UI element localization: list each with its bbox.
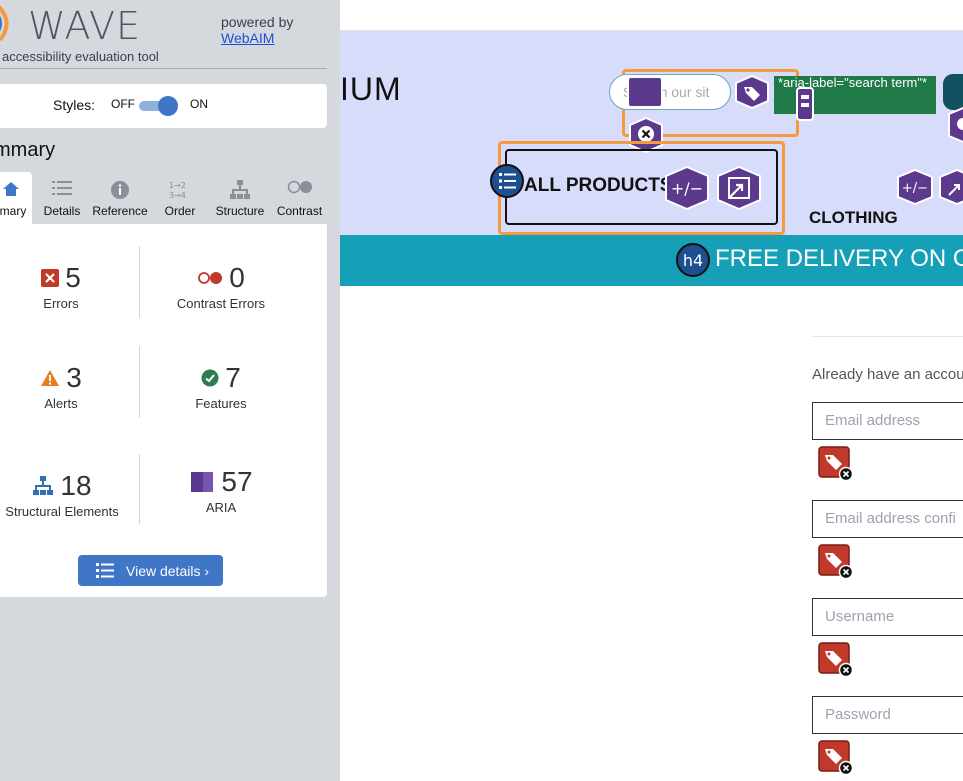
styles-on-label: ON	[190, 97, 208, 111]
tab-structure[interactable]: Structure	[208, 172, 272, 224]
missing-label-error-icon	[818, 740, 854, 776]
missing-label-error-icon	[818, 544, 854, 580]
list-icon	[52, 181, 72, 195]
stat-label: Errors	[43, 296, 79, 311]
stat-contrast-errors[interactable]: 0 Contrast Errors	[161, 262, 281, 311]
powered-by: powered by WebAIM	[221, 14, 293, 46]
stat-errors[interactable]: 5 Errors	[11, 262, 111, 311]
stat-count: 57	[221, 466, 253, 497]
contrast-error-icon	[198, 272, 223, 284]
search-submit-button[interactable]	[943, 74, 963, 110]
stat-label: Features	[195, 396, 247, 411]
tab-label: Details	[43, 204, 81, 218]
svg-text:1→2: 1→2	[169, 181, 186, 190]
list-structure-icon	[490, 164, 524, 198]
hierarchy-icon	[230, 180, 250, 199]
tab-label: Structure	[215, 204, 265, 218]
promo-band: h4 FREE DELIVERY ON OR	[340, 235, 963, 286]
list-icon	[96, 563, 114, 578]
site-brand[interactable]: IUM	[340, 71, 402, 108]
aria-expanded-icon: +/−	[897, 168, 933, 206]
summary-heading: mmary	[0, 139, 56, 161]
nav-all-products[interactable]: ALL PRODUCTS	[524, 175, 672, 197]
aria-expanded-icon: +/−	[665, 165, 709, 211]
tab-order[interactable]: 1→2 3→4 Order	[154, 172, 206, 224]
heading-h4-icon: h4	[676, 243, 710, 277]
stat-structural[interactable]: 18 Structural Elements	[0, 470, 124, 519]
stat-count: 0	[229, 262, 245, 293]
stat-aria[interactable]: 57 ARIA	[161, 466, 281, 515]
site-content: IUM Search our sit *aria-label="search t…	[340, 0, 963, 781]
powered-by-text: powered by	[221, 14, 294, 30]
styles-toggle[interactable]	[139, 96, 179, 116]
info-icon	[111, 181, 129, 199]
feature-check-icon	[201, 369, 219, 387]
alert-icon	[41, 370, 60, 386]
tab-label: Order	[164, 204, 196, 218]
order-icon: 1→23→4	[169, 181, 186, 200]
divider	[139, 454, 140, 524]
styles-label: Styles:	[53, 97, 96, 113]
webaim-link[interactable]: WebAIM	[221, 30, 293, 46]
missing-label-error-icon	[818, 642, 854, 678]
stat-alerts[interactable]: 3 Alerts	[11, 362, 111, 411]
promo-text: FREE DELIVERY ON OR	[715, 245, 963, 272]
divider	[139, 346, 140, 418]
wave-tabs: mary Details Reference 1→2 3→4 Order Stru…	[0, 172, 327, 224]
structure-icon	[33, 476, 54, 495]
tab-contrast[interactable]: Contrast	[272, 172, 327, 224]
summary-panel: 5 Errors 0 Contrast Errors 3 Alerts 7 Fe…	[0, 224, 327, 597]
wave-sidebar: WAVE accessibility evaluation tool power…	[0, 0, 340, 781]
stat-features[interactable]: 7 Features	[161, 362, 281, 411]
nav-clothing[interactable]: CLOTHING	[809, 208, 898, 228]
stat-count: 18	[60, 470, 92, 501]
wave-logo-icon	[0, 5, 9, 42]
wave-title: WAVE	[28, 4, 142, 48]
h4-badge: h4	[683, 251, 703, 270]
username-field[interactable]: Username	[812, 598, 963, 636]
contrast-icon	[287, 180, 312, 194]
styles-toggle-box: Styles: OFF ON	[0, 84, 327, 128]
missing-label-error-icon	[818, 446, 854, 482]
top-bar	[340, 0, 963, 31]
stat-count: 3	[66, 362, 82, 393]
divider	[0, 68, 327, 69]
error-icon	[41, 269, 60, 287]
aria-describedby-icon	[796, 87, 814, 121]
svg-text:3→4: 3→4	[169, 191, 186, 200]
stat-label: ARIA	[205, 500, 237, 515]
email-field[interactable]: Email address	[812, 402, 963, 440]
svg-text:+/−: +/−	[902, 181, 928, 196]
svg-text:+/−: +/−	[671, 179, 703, 198]
tab-reference[interactable]: Reference	[90, 172, 150, 224]
aria-icon	[191, 472, 214, 492]
stat-label: Alerts	[44, 396, 78, 411]
home-icon	[3, 182, 19, 196]
view-details-label: View details ›	[126, 562, 210, 579]
aria-icon	[948, 107, 963, 143]
aria-label-icon	[627, 76, 663, 108]
already-have-account-text: Already have an accou	[812, 366, 963, 383]
tab-label: Reference	[92, 204, 148, 218]
aria-tag-icon	[735, 75, 769, 109]
stat-count: 5	[65, 262, 81, 293]
divider	[139, 246, 140, 318]
email-confirm-field[interactable]: Email address confi	[812, 500, 963, 538]
tab-summary[interactable]: mary	[0, 172, 32, 224]
aria-popup-icon	[717, 165, 761, 211]
site-header: IUM Search our sit *aria-label="search t…	[340, 31, 963, 235]
stat-count: 7	[225, 362, 241, 393]
toggle-knob	[158, 96, 178, 116]
wave-tagline: accessibility evaluation tool	[2, 49, 159, 64]
tab-label: Contrast	[276, 204, 323, 218]
divider	[812, 336, 963, 337]
stat-label: Contrast Errors	[176, 296, 266, 311]
aria-popup-icon	[939, 168, 963, 206]
styles-off-label: OFF	[111, 97, 135, 111]
password-field[interactable]: Password	[812, 696, 963, 734]
view-details-button[interactable]: View details ›	[78, 555, 223, 586]
tab-label: mary	[0, 204, 27, 218]
tab-details[interactable]: Details	[34, 172, 90, 224]
stat-label: Structural Elements	[5, 504, 119, 519]
